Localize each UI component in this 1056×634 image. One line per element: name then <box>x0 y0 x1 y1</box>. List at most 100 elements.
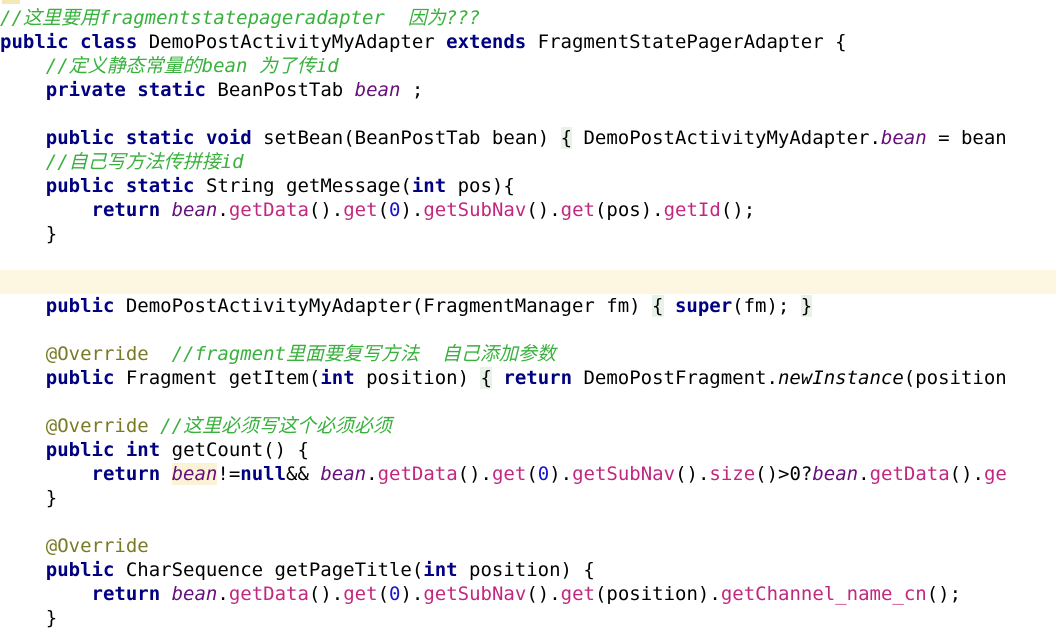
comment-token: //这里要用fragmentstatepageradapter 因为??? <box>0 7 481 29</box>
code-line[interactable]: public class DemoPostActivityMyAdapter e… <box>0 30 1056 54</box>
code-text: CharSequence getPageTitle( <box>114 559 424 581</box>
field-token: bean <box>320 463 367 485</box>
code-line[interactable]: } <box>0 606 1056 630</box>
keyword-token: public <box>45 367 115 389</box>
field-token: bean <box>171 583 218 605</box>
field-token: bean <box>880 127 927 149</box>
code-text: ). <box>400 199 424 221</box>
code-line[interactable]: public static String getMessage(int pos)… <box>0 174 1056 198</box>
code-line[interactable]: @Override //这里必须写这个必须必须 <box>0 414 1056 438</box>
code-text: . <box>217 199 229 221</box>
code-line[interactable] <box>0 390 1056 414</box>
method-token: getChannel_name_cn <box>720 583 927 605</box>
number-token: 0 <box>537 463 550 485</box>
keyword-token: extends <box>446 31 527 53</box>
code-line[interactable] <box>0 318 1056 342</box>
keyword-token: public <box>45 439 115 461</box>
code-text: = bean <box>926 127 1007 149</box>
code-line[interactable]: @Override <box>0 534 1056 558</box>
code-line[interactable]: return bean.getData().get(0).getSubNav()… <box>0 582 1056 606</box>
code-text: position) { <box>457 559 595 581</box>
code-text: (fm); <box>732 295 801 317</box>
method-token: getId <box>663 199 721 221</box>
code-line[interactable]: } <box>0 222 1056 246</box>
field-token: bean <box>812 463 859 485</box>
code-line[interactable] <box>0 102 1056 126</box>
comment-token: //自己写方法传拼接id <box>45 151 244 173</box>
code-line[interactable]: public Fragment getItem(int position) { … <box>0 366 1056 390</box>
code-line[interactable] <box>0 510 1056 534</box>
code-text: position) <box>354 367 481 389</box>
code-text: && <box>286 463 321 485</box>
code-text: (). <box>457 463 492 485</box>
code-text: ( <box>526 463 538 485</box>
code-line[interactable]: //定义静态常量的bean 为了传id <box>0 54 1056 78</box>
code-line[interactable]: public static void setBean(BeanPostTab b… <box>0 126 1056 150</box>
keyword-token: void <box>205 127 252 149</box>
code-line[interactable] <box>0 270 1056 294</box>
keyword-token: int <box>411 175 447 197</box>
code-text: (position <box>903 367 1007 389</box>
keyword-token: static <box>137 79 206 101</box>
code-line[interactable]: return bean!=null&& bean.getData().get(0… <box>0 462 1056 486</box>
code-text: . <box>366 463 378 485</box>
code-text: ( <box>377 199 390 221</box>
code-line[interactable]: @Override //fragment里面要复写方法 自己添加参数 <box>0 342 1056 366</box>
folded-brace: { <box>560 127 573 149</box>
annotation-token: @Override <box>45 415 149 437</box>
annotation-token: @Override <box>45 535 149 557</box>
keyword-token: int <box>423 559 458 581</box>
code-text: ( <box>377 583 390 605</box>
folded-brace: { <box>652 295 664 317</box>
code-line[interactable]: public int getCount() { <box>0 438 1056 462</box>
method-token: ge <box>983 463 1007 485</box>
field-token: bean <box>354 79 401 101</box>
number-token: 0 <box>389 583 401 605</box>
code-text: BeanPostTab <box>205 79 355 101</box>
code-text: DemoPostActivityMyAdapter. <box>572 127 881 149</box>
method-token: getData <box>869 463 950 485</box>
keyword-token: public <box>45 127 115 149</box>
previous-line-fragment <box>0 0 1056 4</box>
code-text: Fragment getItem( <box>114 367 321 389</box>
code-text: != <box>217 463 241 485</box>
keyword-token: return <box>91 199 161 221</box>
keyword-token: public <box>45 559 115 581</box>
code-line[interactable]: //自己写方法传拼接id <box>0 150 1056 174</box>
code-text: ). <box>549 463 573 485</box>
code-line[interactable]: } <box>0 486 1056 510</box>
method-token: get <box>343 583 378 605</box>
code-line[interactable]: return bean.getData().get(0).getSubNav()… <box>0 198 1056 222</box>
code-line[interactable]: private static BeanPostTab bean ; <box>0 78 1056 102</box>
code-text: ). <box>400 583 424 605</box>
code-editor[interactable]: //这里要用fragmentstatepageradapter 因为??? pub… <box>0 0 1056 634</box>
method-token: getSubNav <box>572 463 676 485</box>
code-text: String getMessage( <box>194 175 412 197</box>
code-line[interactable] <box>0 246 1056 270</box>
code-line[interactable]: public CharSequence getPageTitle(int pos… <box>0 558 1056 582</box>
code-text: (). <box>526 199 561 221</box>
method-token: get <box>560 199 595 221</box>
keyword-token: static <box>125 175 195 197</box>
code-line[interactable]: public DemoPostActivityMyAdapter(Fragmen… <box>0 294 1056 318</box>
code-line[interactable]: //这里要用fragmentstatepageradapter 因为??? <box>0 6 1056 30</box>
code-text: (). <box>949 463 984 485</box>
